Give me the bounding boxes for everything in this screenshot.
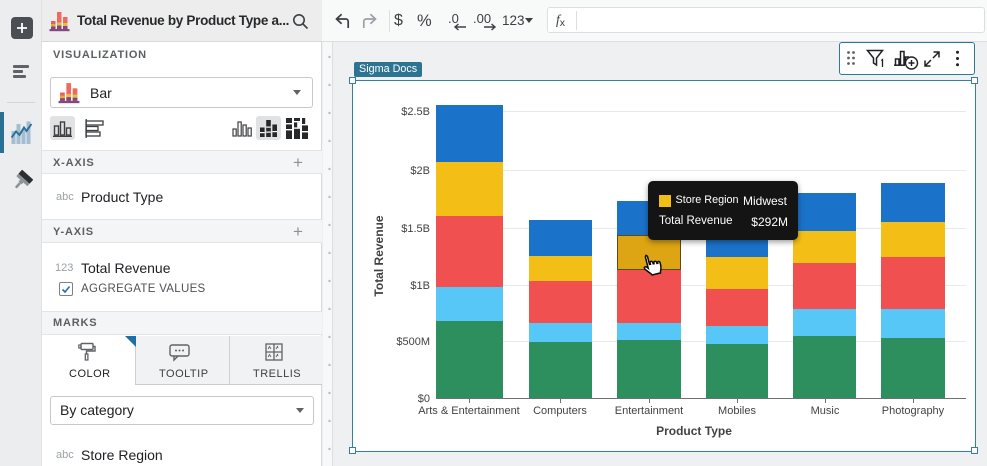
svg-text:.00: .00 [473, 11, 491, 26]
svg-text:.0: .0 [448, 11, 459, 26]
